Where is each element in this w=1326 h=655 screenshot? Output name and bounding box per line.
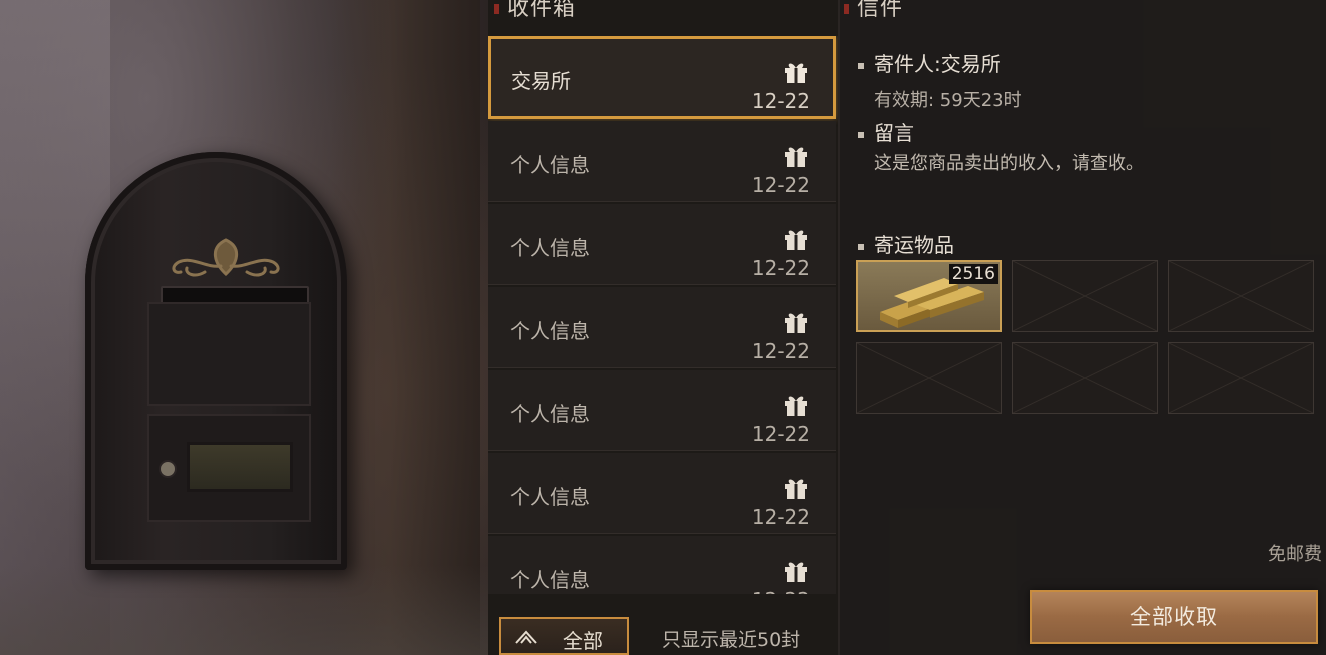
floor bbox=[0, 565, 488, 655]
mail-date: 12-22 bbox=[752, 588, 810, 594]
message-text: 这是您商品卖出的收入，请查收。 bbox=[874, 153, 1144, 174]
chevron-up-icon bbox=[515, 630, 537, 644]
mail-item[interactable]: 个人信息 12-22 bbox=[488, 204, 836, 285]
letter-sender: 寄件人:交易所 bbox=[858, 48, 1001, 77]
title-marker bbox=[844, 4, 849, 14]
mail-date: 12-22 bbox=[751, 339, 810, 363]
empty-slot-pattern bbox=[856, 342, 1002, 414]
mail-date: 12-22 bbox=[751, 89, 810, 113]
bullet-icon bbox=[858, 62, 864, 69]
mail-sender: 个人信息 bbox=[510, 153, 590, 177]
letter-validity: 有效期: 59天23时 bbox=[874, 90, 1022, 111]
gift-icon bbox=[785, 479, 807, 499]
filter-all-button[interactable]: 全部 bbox=[499, 617, 629, 655]
attachment-grid: 2516 bbox=[856, 260, 1322, 416]
inbox-panel: 收件箱 交易所 12-22 个人信息 12-22 个人信息 12-22 个人信息… bbox=[488, 0, 838, 655]
attachment-slot-empty bbox=[856, 342, 1002, 414]
inbox-title: 收件箱 bbox=[494, 0, 576, 26]
gift-icon bbox=[785, 230, 807, 250]
bullet-icon bbox=[858, 243, 864, 250]
attachment-slot-gold[interactable]: 2516 bbox=[856, 260, 1002, 332]
mail-date: 12-22 bbox=[751, 422, 810, 446]
collect-all-button[interactable]: 全部收取 bbox=[1030, 590, 1318, 644]
mailbox-model bbox=[85, 152, 347, 570]
mail-sender: 个人信息 bbox=[510, 485, 590, 509]
mail-list[interactable]: 交易所 12-22 个人信息 12-22 个人信息 12-22 个人信息 12-… bbox=[488, 36, 838, 594]
mail-sender: 交易所 bbox=[511, 69, 571, 93]
filter-label: 全部 bbox=[563, 629, 603, 653]
mail-date: 12-22 bbox=[751, 256, 810, 280]
mail-item[interactable]: 个人信息 12-22 bbox=[488, 287, 836, 368]
mail-sender: 个人信息 bbox=[510, 319, 590, 343]
mail-date: 12-22 bbox=[751, 173, 810, 197]
mail-sender: 个人信息 bbox=[510, 568, 590, 592]
letter-title: 信件 bbox=[844, 0, 903, 26]
mail-sender: 个人信息 bbox=[510, 402, 590, 426]
mail-item[interactable]: 个人信息 12-22 bbox=[488, 370, 836, 451]
mail-item[interactable]: 个人信息 12-22 bbox=[488, 121, 836, 202]
attachment-count: 2516 bbox=[948, 264, 998, 284]
limit-note: 只显示最近50封 bbox=[662, 629, 801, 651]
pillar bbox=[330, 0, 480, 655]
keyhole-icon bbox=[159, 460, 177, 478]
gift-icon bbox=[785, 396, 807, 416]
gift-icon bbox=[785, 562, 807, 582]
mail-sender: 个人信息 bbox=[510, 236, 590, 260]
bullet-icon bbox=[858, 131, 864, 138]
mail-item[interactable]: 交易所 12-22 bbox=[488, 36, 836, 119]
mailbox-scene bbox=[0, 0, 488, 655]
attachment-slot-empty bbox=[1168, 260, 1314, 332]
title-marker bbox=[494, 4, 499, 14]
gift-icon bbox=[785, 63, 807, 83]
mail-item[interactable]: 个人信息 12-22 bbox=[488, 453, 836, 534]
empty-slot-pattern bbox=[1168, 342, 1314, 414]
postage-note: 免邮费 bbox=[1268, 544, 1322, 565]
mailbox-ornament bbox=[172, 238, 280, 277]
mail-item[interactable]: 个人信息 12-22 bbox=[488, 536, 836, 594]
attachment-slot-empty bbox=[1012, 260, 1158, 332]
letter-panel: 信件 寄件人:交易所 有效期: 59天23时 留言 这是您商品卖出的收入，请查收… bbox=[840, 0, 1326, 655]
mail-date: 12-22 bbox=[751, 505, 810, 529]
empty-slot-pattern bbox=[1012, 260, 1158, 332]
attachment-slot-empty bbox=[1012, 342, 1158, 414]
attachment-slot-empty bbox=[1168, 342, 1314, 414]
empty-slot-pattern bbox=[1012, 342, 1158, 414]
gift-icon bbox=[785, 313, 807, 333]
items-label: 寄运物品 bbox=[858, 229, 954, 258]
empty-slot-pattern bbox=[1168, 260, 1314, 332]
gift-icon bbox=[785, 147, 807, 167]
message-label: 留言 bbox=[858, 117, 914, 146]
